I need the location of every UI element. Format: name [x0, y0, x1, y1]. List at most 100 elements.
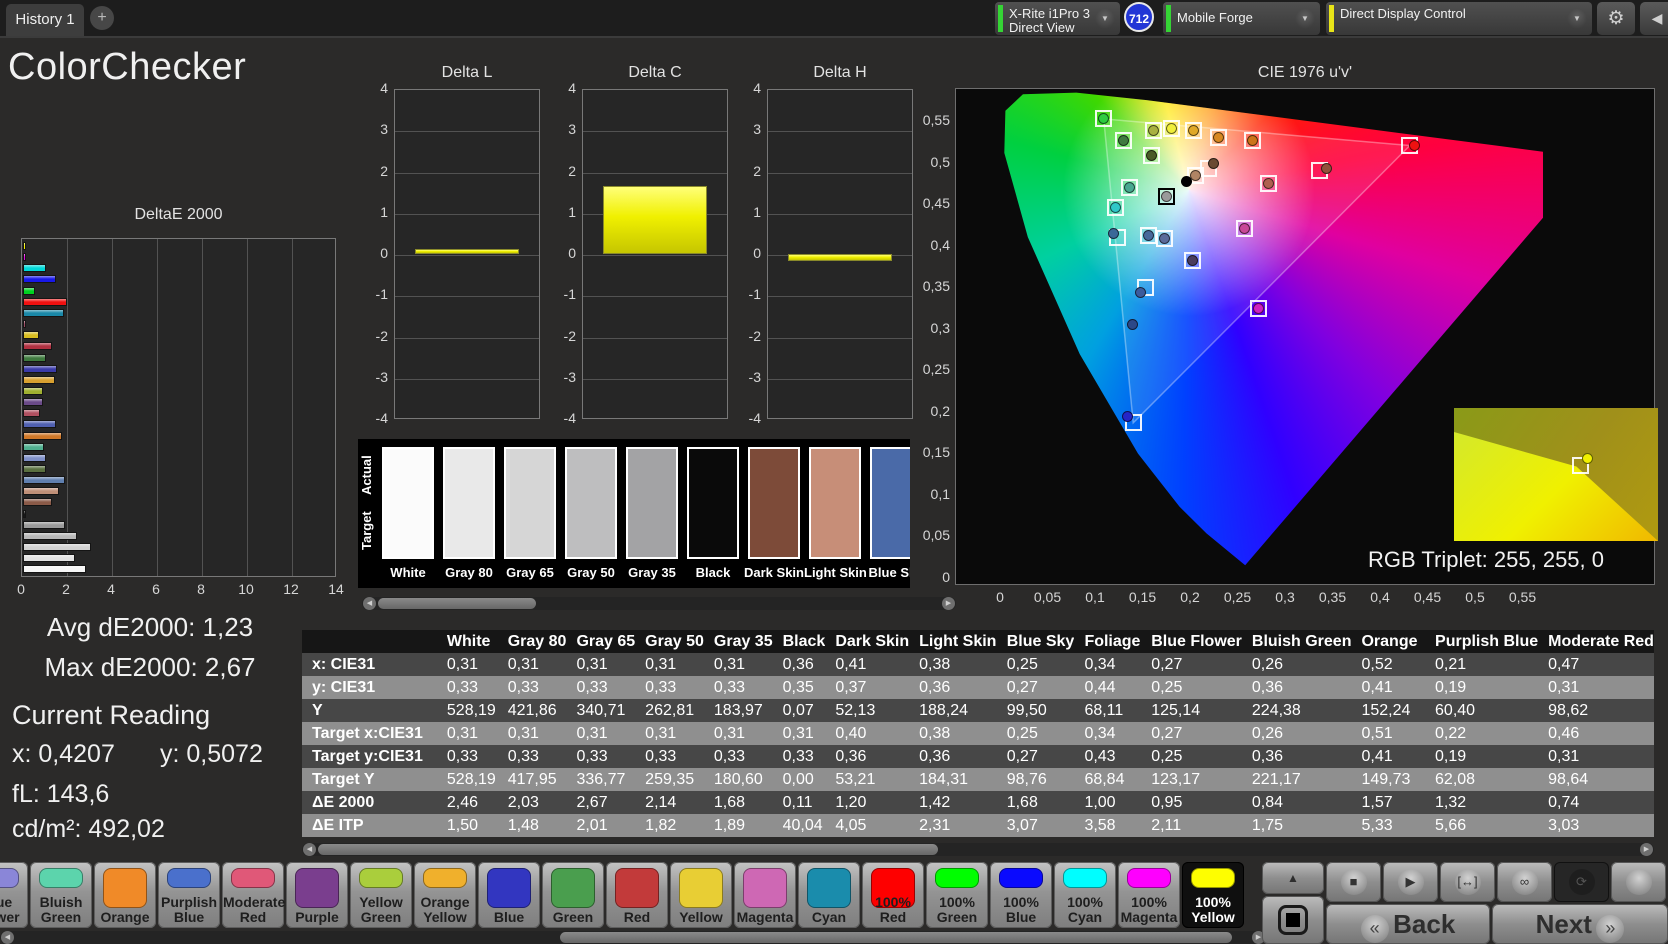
- table-cell: 0,07: [782, 701, 814, 719]
- row-label: y: CIE31: [312, 678, 376, 696]
- loop-button[interactable]: ∞: [1497, 862, 1552, 902]
- settings-gear-button[interactable]: ⚙: [1597, 2, 1635, 35]
- axis-tick-label: 4: [107, 581, 115, 597]
- patch-button-blue[interactable]: Blue: [478, 862, 540, 928]
- de-bar-dark-skin: [23, 498, 53, 507]
- patch-button-100-yellow[interactable]: 100% Yellow: [1182, 862, 1244, 928]
- scroll-left-icon[interactable]: ◀: [303, 843, 316, 856]
- color-patch: [1191, 868, 1235, 888]
- table-cell: 0,31: [576, 655, 608, 673]
- patch-button-green[interactable]: Green: [542, 862, 604, 928]
- scroll-left-icon[interactable]: ◀: [1, 931, 14, 944]
- table-cell: 221,17: [1251, 770, 1301, 788]
- color-patch: [359, 868, 403, 888]
- patch-button-purplish-blue[interactable]: Purplish Blue: [158, 862, 220, 928]
- add-tab-button[interactable]: +: [90, 6, 114, 30]
- table-cell: 4,05: [835, 816, 867, 834]
- table-cell: 3,03: [1548, 816, 1580, 834]
- patch-button-label: Orange: [100, 909, 150, 925]
- column-header: Bluish Green: [1241, 630, 1352, 653]
- collapse-panel-button[interactable]: ◀: [1640, 2, 1668, 35]
- gridline: [583, 296, 727, 298]
- patch-button-100-cyan[interactable]: 100% Cyan: [1054, 862, 1116, 928]
- patch-button-orange[interactable]: Orange: [94, 862, 156, 928]
- table-cell: 149,73: [1361, 770, 1411, 788]
- table-cell: 0,25: [1006, 724, 1038, 742]
- stop-button[interactable]: ■: [1326, 862, 1381, 902]
- display-control-dropdown[interactable]: Direct Display Control ▼: [1326, 2, 1592, 35]
- delta-chart-title: Delta H: [813, 64, 867, 81]
- delta-chart-delta-l: [394, 89, 540, 419]
- de-bar-gray-65: [23, 543, 91, 552]
- measured-dot-marker: [1126, 319, 1138, 331]
- table-cell: 0,33: [713, 747, 746, 765]
- table-cell: 0,36: [835, 747, 867, 765]
- patch-button-moderate-red[interactable]: Moderate Red: [222, 862, 285, 928]
- table-cell: 0,00: [782, 770, 814, 788]
- tab-history-1[interactable]: History 1: [6, 4, 84, 36]
- back-button[interactable]: « Back: [1326, 904, 1490, 944]
- axis-tick-label: 0: [380, 245, 388, 261]
- swatch-scrollbar[interactable]: ◀ ▶: [362, 597, 956, 610]
- swatch-scrollbar-thumb[interactable]: [378, 598, 536, 609]
- axis-tick-label: -2: [563, 327, 576, 344]
- patch-button-100-magenta[interactable]: 100% Magenta: [1118, 862, 1180, 928]
- gridline: [395, 213, 539, 215]
- chevron-down-icon[interactable]: ▼: [1567, 9, 1587, 29]
- patch-button-yellow-green[interactable]: Yellow Green: [350, 862, 412, 928]
- patch-button-100-red[interactable]: 100% Red: [862, 862, 924, 928]
- de-bar-100-red: [23, 297, 67, 306]
- patch-bar-scrollbar[interactable]: ◀ ▶: [0, 931, 1266, 944]
- axis-tick-label: 0,5: [1465, 589, 1485, 605]
- scroll-right-icon[interactable]: ▶: [1640, 843, 1653, 856]
- color-patch: [743, 868, 787, 908]
- scroll-left-icon[interactable]: ◀: [363, 597, 376, 610]
- record-button[interactable]: [1611, 862, 1666, 902]
- patch-button-orange-yellow[interactable]: Orange Yellow: [414, 862, 476, 928]
- loop-icon: ∞: [1511, 869, 1538, 895]
- source-dropdown[interactable]: Mobile Forge ▼: [1163, 2, 1320, 35]
- chevron-down-icon[interactable]: ▼: [1095, 9, 1115, 29]
- step-button[interactable]: [↔]: [1440, 862, 1495, 902]
- patch-button-blue-flower[interactable]: Blue Flower: [0, 862, 28, 928]
- measured-dot-marker: [1320, 162, 1332, 174]
- de-bar-bluish-green: [23, 442, 45, 451]
- meter-dropdown[interactable]: X-Rite i1Pro 3 Direct View ▼: [995, 2, 1120, 35]
- next-button[interactable]: Next »: [1492, 904, 1668, 944]
- table-cell: 0,31: [446, 724, 479, 742]
- play-button[interactable]: ▶: [1383, 862, 1438, 902]
- patch-button-100-green[interactable]: 100% Green: [926, 862, 988, 928]
- delta-chart-title: Delta C: [628, 64, 682, 81]
- patch-button-label: 100% Green: [936, 894, 978, 925]
- table-cell: 0,41: [835, 655, 867, 673]
- current-reading-label: Current Reading: [12, 700, 211, 730]
- table-cell: 0,31: [645, 724, 677, 742]
- patch-button-magenta[interactable]: Magenta: [734, 862, 796, 928]
- table-cell: 421,86: [507, 701, 557, 719]
- axis-tick-label: 0: [996, 589, 1004, 605]
- patch-button-bluish-green[interactable]: Bluish Green: [30, 862, 92, 928]
- refresh-button[interactable]: ⟳: [1554, 862, 1609, 902]
- chevron-down-icon[interactable]: ▼: [1295, 9, 1315, 29]
- patch-button-red[interactable]: Red: [606, 862, 668, 928]
- table-cell: 0,31: [645, 655, 677, 673]
- table-scrollbar-thumb[interactable]: [318, 844, 938, 855]
- patch-button-cyan[interactable]: Cyan: [798, 862, 860, 928]
- column-header: Purplish Blue: [1425, 630, 1539, 653]
- gridline: [112, 239, 113, 576]
- patch-button-purple[interactable]: Purple: [286, 862, 348, 928]
- column-header: Orange: [1351, 630, 1426, 653]
- scroll-up-button[interactable]: ▲: [1262, 862, 1324, 894]
- patch-button-100-blue[interactable]: 100% Blue: [990, 862, 1052, 928]
- table-cell: 224,38: [1251, 701, 1301, 719]
- meter-count-badge[interactable]: 712: [1124, 2, 1154, 32]
- table-cell: 60,40: [1435, 701, 1476, 719]
- gridline: [157, 239, 158, 576]
- table-cell: 5,66: [1435, 816, 1467, 834]
- scroll-right-icon[interactable]: ▶: [942, 597, 955, 610]
- patch-button-yellow[interactable]: Yellow: [670, 862, 732, 928]
- table-scrollbar[interactable]: ◀ ▶: [302, 843, 1654, 856]
- patch-bar-scrollbar-thumb[interactable]: [560, 932, 1232, 943]
- pattern-window-button[interactable]: [1262, 896, 1324, 944]
- table-cell: 2,14: [645, 793, 677, 811]
